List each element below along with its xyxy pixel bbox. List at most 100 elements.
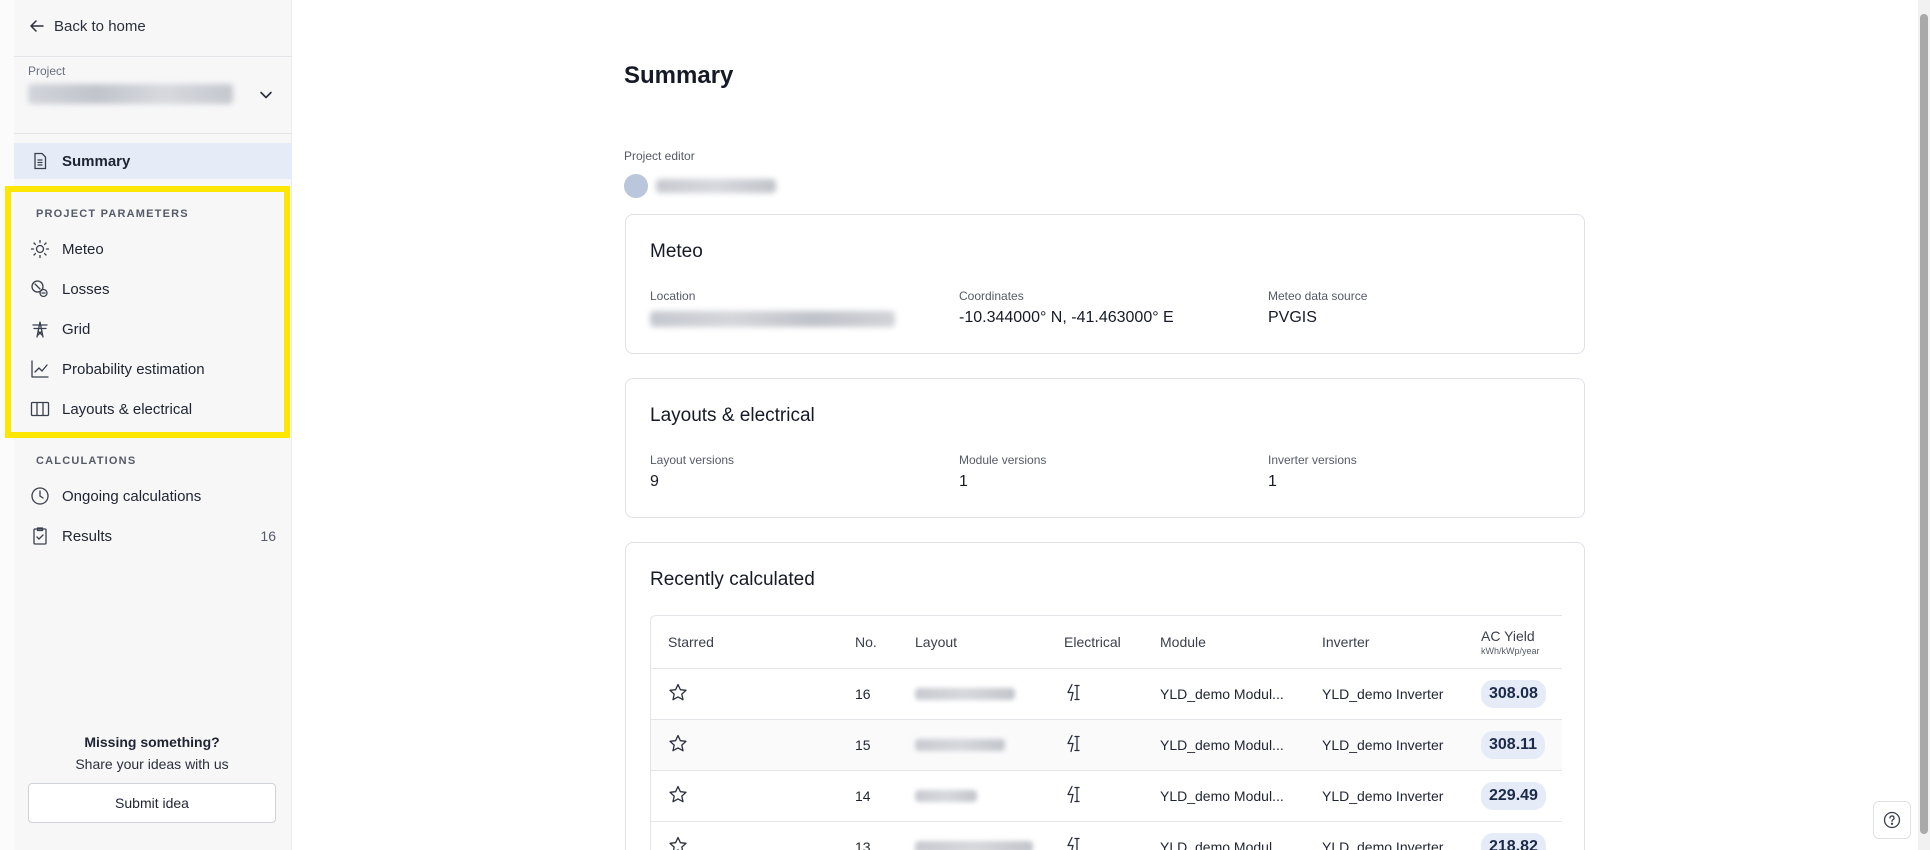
electrical-icon[interactable] [1064,836,1084,850]
clock-icon [30,486,50,506]
chevron-down-icon [260,91,272,99]
page-title: Summary [624,62,734,89]
row-module: YLD_demo Modul... [1160,788,1284,804]
scrollbar[interactable] [1918,0,1930,850]
feedback-prompt: Missing something? Share your ideas with… [28,734,276,772]
coordinates-value: -10.344000° N, -41.463000° E [959,309,1174,326]
submit-idea-button[interactable]: Submit idea [28,783,276,823]
row-module: YLD_demo Modul... [1160,686,1284,702]
star-icon[interactable] [668,734,688,757]
table-row[interactable]: 14 YLD_demo Modul... YLD_demo Inverter 2… [651,771,1562,822]
row-layout [915,841,1033,850]
yield-badge: 308.11 [1481,731,1546,759]
results-table: Starred No. Layout Electrical Module Inv… [650,615,1562,850]
star-icon[interactable] [668,836,688,850]
yield-badge: 308.08 [1481,680,1546,708]
layouts-card-title: Layouts & electrical [650,405,815,426]
results-count: 16 [260,528,276,544]
module-versions-field: Module versions 1 [959,453,1046,491]
meteo-card-title: Meteo [650,241,703,262]
project-editor-name [656,179,776,193]
nav-ongoing-label: Ongoing calculations [62,487,202,505]
table-row[interactable]: 13 YLD_demo Modul... YLD_demo Inverter 2… [651,822,1562,850]
row-ac-yield: 308.08 [1481,680,1546,708]
module-versions-value: 1 [959,473,968,490]
row-module: YLD_demo Modul... [1160,839,1284,850]
inverter-versions-field: Inverter versions 1 [1268,453,1357,491]
back-to-home-link[interactable]: Back to home [28,17,146,35]
nav-grid-label: Grid [62,320,91,338]
col-layout: Layout [915,634,958,650]
divider [14,133,292,134]
row-layout [915,790,977,802]
row-module: YLD_demo Modul... [1160,737,1284,753]
row-number: 15 [855,737,871,753]
table-row[interactable]: 16 YLD_demo Modul... YLD_demo Inverter 3… [651,669,1562,720]
pylon-icon [30,319,50,339]
nav-grid[interactable]: Grid [14,311,292,347]
layouts-card: Layouts & electrical Layout versions 9 M… [625,378,1585,518]
clipboard-check-icon [30,526,50,546]
electrical-icon[interactable] [1064,785,1084,808]
sidebar-edge [0,0,14,850]
project-label: Project [28,64,66,78]
coordinates-field: Coordinates -10.344000° N, -41.463000° E [959,289,1174,327]
nav-ongoing-calculations[interactable]: Ongoing calculations [14,478,292,514]
table-row[interactable]: 15 YLD_demo Modul... YLD_demo Inverter 3… [651,720,1562,771]
document-icon [30,151,50,171]
yield-badge: 229.49 [1481,782,1546,810]
row-inverter: YLD_demo Inverter [1322,737,1444,753]
row-number: 13 [855,839,871,850]
location-field: Location [650,289,895,327]
nav-summary-label: Summary [62,152,131,170]
inverter-versions-label: Inverter versions [1268,453,1357,467]
row-ac-yield: 229.49 [1481,782,1546,810]
meteo-source-label: Meteo data source [1268,289,1368,303]
layout-versions-field: Layout versions 9 [650,453,734,491]
line-chart-icon [30,359,50,379]
nav-losses-label: Losses [62,280,110,298]
recently-calculated-card: Recently calculated Starred No. Layout E… [625,542,1585,850]
nav-meteo[interactable]: Meteo [14,231,292,267]
row-layout [915,739,1005,751]
avatar [624,174,648,198]
help-button[interactable] [1873,801,1911,839]
nav-layouts-electrical[interactable]: Layouts & electrical [14,391,292,427]
inverter-versions-value: 1 [1268,473,1277,490]
nav-layouts-label: Layouts & electrical [62,400,193,418]
layout-columns-icon [30,399,50,419]
nav-results-label: Results [62,527,113,545]
row-inverter: YLD_demo Inverter [1322,788,1444,804]
module-versions-label: Module versions [959,453,1047,467]
recently-calculated-title: Recently calculated [650,569,815,590]
col-module: Module [1160,634,1206,650]
nav-losses[interactable]: Losses [14,271,292,307]
project-selector-chevron[interactable] [257,86,275,109]
layout-versions-label: Layout versions [650,453,735,467]
col-no: No. [855,634,877,650]
meteo-source-field: Meteo data source PVGIS [1268,289,1367,327]
table-header: Starred No. Layout Electrical Module Inv… [651,616,1562,669]
col-starred: Starred [668,634,714,650]
row-ac-yield: 308.11 [1481,731,1546,759]
electrical-icon[interactable] [1064,734,1084,757]
section-calculations: CALCULATIONS [36,455,137,467]
nav-meteo-label: Meteo [62,240,104,258]
sidebar: Back to home Project Summary PROJECT PAR… [0,0,292,850]
project-editor-label: Project editor [624,149,695,163]
nav-probability-estimation[interactable]: Probability estimation [14,351,292,387]
star-icon[interactable] [668,785,688,808]
star-icon[interactable] [668,683,688,706]
layout-versions-value: 9 [650,473,659,490]
col-ac-yield-label: AC Yield [1481,628,1535,644]
divider [14,56,292,57]
scrollbar-thumb[interactable] [1920,14,1928,834]
project-name[interactable] [28,84,233,104]
nav-results[interactable]: Results 16 [14,518,292,554]
meteo-card: Meteo Location Coordinates -10.344000° N… [625,214,1585,354]
question-icon [1883,811,1901,829]
meteo-source-value: PVGIS [1268,309,1317,326]
nav-summary[interactable]: Summary [14,143,292,179]
feedback-title: Missing something? [84,734,220,750]
electrical-icon[interactable] [1064,683,1084,706]
